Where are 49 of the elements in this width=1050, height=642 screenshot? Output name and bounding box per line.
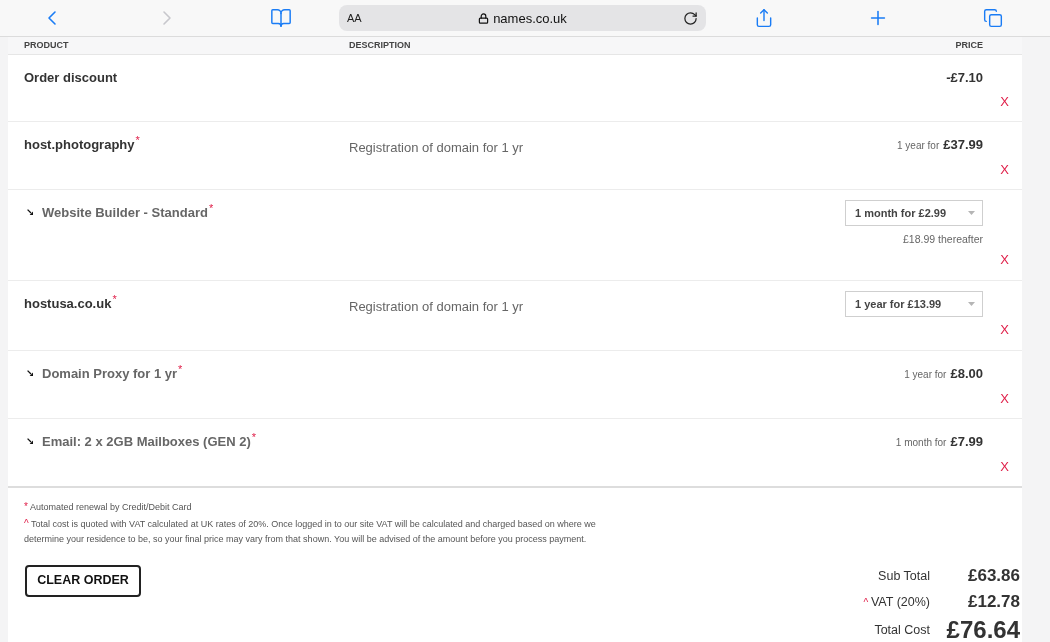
product-name: host.photography$^{*}$ — [24, 135, 140, 154]
product-name: Domain Proxy for 1 yr$^{*}$ — [42, 364, 183, 383]
column-header: PRICE — [955, 39, 983, 50]
remove-link[interactable]: X — [1000, 459, 1009, 475]
footnote: ^ Total cost is quoted with VAT calculated at UK rates of 20%. Once logged in to our site VAT will be calculated and charged based on where we determine your residence to be, so your final price may vary from that shown. You will be advised of the amount before you process payment. — [24, 516, 597, 546]
total-amount: £76.64 — [945, 615, 1020, 642]
price-term: 1 month for — [895, 436, 947, 450]
column-header: DESCRIPTION — [349, 39, 411, 50]
remove-link[interactable]: X — [1000, 252, 1009, 268]
renewal-note: £18.99 thereafter — [903, 232, 983, 247]
total-label: ^ VAT (20%) — [863, 593, 930, 611]
total-label: Total Cost — [873, 621, 930, 639]
clear-order-button[interactable]: CLEAR ORDER — [25, 564, 141, 597]
arrow-icon — [27, 438, 33, 444]
term-select[interactable]: 1 month for £2.99 — [845, 200, 983, 226]
column-header: PRODUCT — [24, 39, 69, 50]
remove-link[interactable]: X — [1000, 322, 1009, 338]
remove-link[interactable]: X — [1000, 94, 1009, 110]
remove-link[interactable]: X — [1000, 391, 1009, 407]
product-description: Registration of domain for 1 yr — [349, 299, 524, 314]
product-name: Email: 2 x 2GB Mailboxes (GEN 2)$^{*}$ — [42, 432, 257, 451]
total-label: Sub Total — [877, 567, 930, 585]
share-icon[interactable] — [754, 8, 774, 28]
text-size-button[interactable]: AA — [347, 12, 362, 24]
remove-link[interactable]: X — [1000, 162, 1009, 178]
product-name: hostusa.co.uk$^{*}$ — [24, 294, 117, 313]
arrow-icon — [27, 209, 33, 215]
term-select[interactable]: 1 year for £13.99 — [845, 291, 983, 317]
reload-icon[interactable] — [683, 10, 698, 26]
product-description: Registration of domain for 1 yr — [349, 140, 524, 155]
total-amount: £12.78 — [967, 591, 1020, 613]
tabs-icon[interactable] — [983, 8, 1003, 28]
address-field[interactable]: AA names.co.uk — [339, 5, 706, 31]
url-text: names.co.uk — [493, 11, 567, 25]
price-term: 1 year for — [897, 139, 940, 153]
caret-icon — [968, 302, 975, 306]
lock-icon — [478, 12, 490, 24]
product-name: Website Builder - Standard$^{*}$ — [42, 203, 214, 222]
price-amount: -£7.10 — [946, 69, 983, 87]
price-amount: £37.99 — [943, 136, 983, 154]
price-term: 1 year for — [904, 368, 947, 382]
footnote: * Automated renewal by Credit/Debit Card — [24, 500, 193, 514]
total-amount: £63.86 — [967, 564, 1020, 587]
caret-icon — [968, 211, 975, 215]
arrow-icon — [27, 370, 33, 376]
price-amount: £7.99 — [950, 433, 983, 451]
book-icon[interactable] — [270, 7, 292, 29]
product-name: Order discount — [24, 69, 118, 87]
price-amount: £8.00 — [950, 365, 983, 383]
